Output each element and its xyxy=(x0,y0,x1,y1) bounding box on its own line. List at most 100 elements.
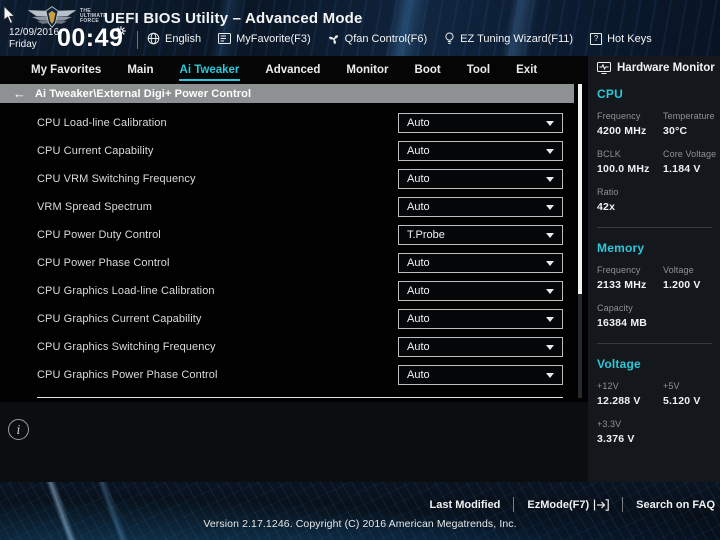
list-bottom-divider xyxy=(37,397,563,398)
footer-divider xyxy=(622,497,624,512)
setting-label: CPU Graphics Switching Frequency xyxy=(37,341,216,353)
myfavorite-icon xyxy=(218,33,232,44)
tab-boot[interactable]: Boot xyxy=(414,59,442,81)
hw-item: Frequency 4200 MHz xyxy=(597,111,647,137)
settings-list: CPU Load-line Calibration Auto CPU Curre… xyxy=(0,103,588,389)
chevron-down-icon xyxy=(546,232,554,238)
hardware-monitor-header: Hardware Monitor xyxy=(588,56,720,74)
setting-label: CPU Current Capability xyxy=(37,145,154,157)
clock: 00:49 xyxy=(57,24,124,52)
sidebar-divider xyxy=(597,227,712,228)
fan-icon xyxy=(328,33,340,45)
search-faq-button[interactable]: Search on FAQ xyxy=(636,499,715,511)
hw-item: Ratio 42x xyxy=(597,187,619,213)
setting-dropdown[interactable]: Auto xyxy=(398,113,563,133)
tab-main[interactable]: Main xyxy=(126,59,154,81)
sidebar-divider xyxy=(597,343,712,344)
settings-row: CPU VRM Switching Frequency Auto xyxy=(0,165,588,193)
back-button[interactable]: ← xyxy=(13,87,26,100)
settings-row: CPU Power Phase Control Auto xyxy=(0,249,588,277)
hw-section-voltage-title: Voltage xyxy=(597,357,641,371)
chevron-down-icon xyxy=(546,120,554,126)
setting-dropdown[interactable]: Auto xyxy=(398,253,563,273)
setting-dropdown[interactable]: Auto xyxy=(398,141,563,161)
globe-icon xyxy=(147,32,160,45)
hw-section-voltage: +12V 12.288 V +5V 5.120 V +3.3V 3.376 V xyxy=(597,381,720,445)
settings-row: CPU Power Duty Control T.Probe xyxy=(0,221,588,249)
footer-divider xyxy=(513,497,515,512)
date-label: 12/09/2016 xyxy=(9,27,60,38)
hotkeys-button[interactable]: ? Hot Keys xyxy=(590,32,652,45)
setting-label: CPU Graphics Power Phase Control xyxy=(37,369,218,381)
top-banner: THE ULTIMATE FORCE UEFI BIOS Utility – A… xyxy=(0,0,720,56)
myfavorite-button[interactable]: MyFavorite(F3) xyxy=(218,33,311,45)
version-text: Version 2.17.1246. Copyright (C) 2016 Am… xyxy=(203,518,517,530)
topbar-divider xyxy=(137,31,138,49)
ezmode-button[interactable]: EzMode(F7) xyxy=(527,499,609,511)
chevron-down-icon xyxy=(546,372,554,378)
chevron-down-icon xyxy=(546,260,554,266)
bottom-strip: Last Modified EzMode(F7) Search on FAQ V… xyxy=(0,482,720,540)
ez-tuning-button[interactable]: EZ Tuning Wizard(F11) xyxy=(444,32,573,45)
hw-item: BCLK 100.0 MHz xyxy=(597,149,650,175)
setting-label: CPU Power Phase Control xyxy=(37,257,170,269)
page-title: UEFI BIOS Utility – Advanced Mode xyxy=(104,10,363,27)
tab-tool[interactable]: Tool xyxy=(466,59,491,81)
setting-dropdown[interactable]: T.Probe xyxy=(398,225,563,245)
setting-label: CPU Graphics Current Capability xyxy=(37,313,202,325)
tab-my-favorites[interactable]: My Favorites xyxy=(30,59,102,81)
clock-settings-gear-icon[interactable] xyxy=(116,26,126,36)
info-icon: i xyxy=(8,419,29,440)
setting-dropdown[interactable]: Auto xyxy=(398,337,563,357)
qfan-button[interactable]: Qfan Control(F6) xyxy=(328,33,427,45)
hw-section-memory: Frequency 2133 MHz Voltage 1.200 V Capacit… xyxy=(597,265,720,329)
chevron-down-icon xyxy=(546,204,554,210)
day-label: Friday xyxy=(9,39,37,50)
exit-arrow-icon xyxy=(593,498,609,511)
hw-section-cpu: Frequency 4200 MHz Temperature 30°C BCLK 10… xyxy=(597,111,720,213)
tab-exit[interactable]: Exit xyxy=(515,59,538,81)
chevron-down-icon xyxy=(546,288,554,294)
question-icon: ? xyxy=(590,32,603,45)
help-text-panel: i xyxy=(0,402,588,482)
setting-label: CPU Graphics Load-line Calibration xyxy=(37,285,215,297)
setting-label: CPU VRM Switching Frequency xyxy=(37,173,196,185)
bulb-icon xyxy=(444,32,455,45)
footer-actions: Last Modified EzMode(F7) Search on FAQ xyxy=(430,497,715,512)
menu-bar: My Favorites Main Ai Tweaker Advanced Mo… xyxy=(0,56,588,84)
setting-dropdown[interactable]: Auto xyxy=(398,169,563,189)
tab-monitor[interactable]: Monitor xyxy=(345,59,389,81)
language-button[interactable]: English xyxy=(147,32,201,45)
chevron-down-icon xyxy=(546,176,554,182)
setting-label: CPU Power Duty Control xyxy=(37,229,161,241)
hw-section-memory-title: Memory xyxy=(597,241,645,255)
settings-row: CPU Graphics Switching Frequency Auto xyxy=(0,333,588,361)
hw-item: Core Voltage 1.184 V xyxy=(663,149,717,175)
chevron-down-icon xyxy=(546,148,554,154)
mouse-cursor xyxy=(2,5,16,25)
hw-section-cpu-title: CPU xyxy=(597,87,623,101)
chevron-down-icon xyxy=(546,316,554,322)
main-panel: My Favorites Main Ai Tweaker Advanced Mo… xyxy=(0,56,588,482)
hw-item: +12V 12.288 V xyxy=(597,381,641,407)
setting-dropdown[interactable]: Auto xyxy=(398,365,563,385)
chevron-down-icon xyxy=(546,344,554,350)
hardware-monitor-panel: Hardware Monitor CPU Frequency 4200 MHz T… xyxy=(588,56,720,482)
setting-dropdown[interactable]: Auto xyxy=(398,281,563,301)
scrollbar-thumb[interactable] xyxy=(578,84,582,294)
setting-label: CPU Load-line Calibration xyxy=(37,117,167,129)
hw-item: Frequency 2133 MHz xyxy=(597,265,647,291)
scrollbar[interactable] xyxy=(578,84,582,398)
breadcrumb: ← Ai Tweaker\External Digi+ Power Contro… xyxy=(0,84,574,103)
setting-label: VRM Spread Spectrum xyxy=(37,201,152,213)
settings-row: CPU Load-line Calibration Auto xyxy=(0,109,588,137)
settings-row: CPU Current Capability Auto xyxy=(0,137,588,165)
hw-item: Temperature 30°C xyxy=(663,111,715,137)
setting-dropdown[interactable]: Auto xyxy=(398,309,563,329)
setting-dropdown[interactable]: Auto xyxy=(398,197,563,217)
tab-advanced[interactable]: Advanced xyxy=(264,59,321,81)
tab-ai-tweaker[interactable]: Ai Tweaker xyxy=(178,59,241,81)
last-modified-button[interactable]: Last Modified xyxy=(430,499,501,511)
settings-row: CPU Graphics Load-line Calibration Auto xyxy=(0,277,588,305)
breadcrumb-path: Ai Tweaker\External Digi+ Power Control xyxy=(35,87,252,100)
